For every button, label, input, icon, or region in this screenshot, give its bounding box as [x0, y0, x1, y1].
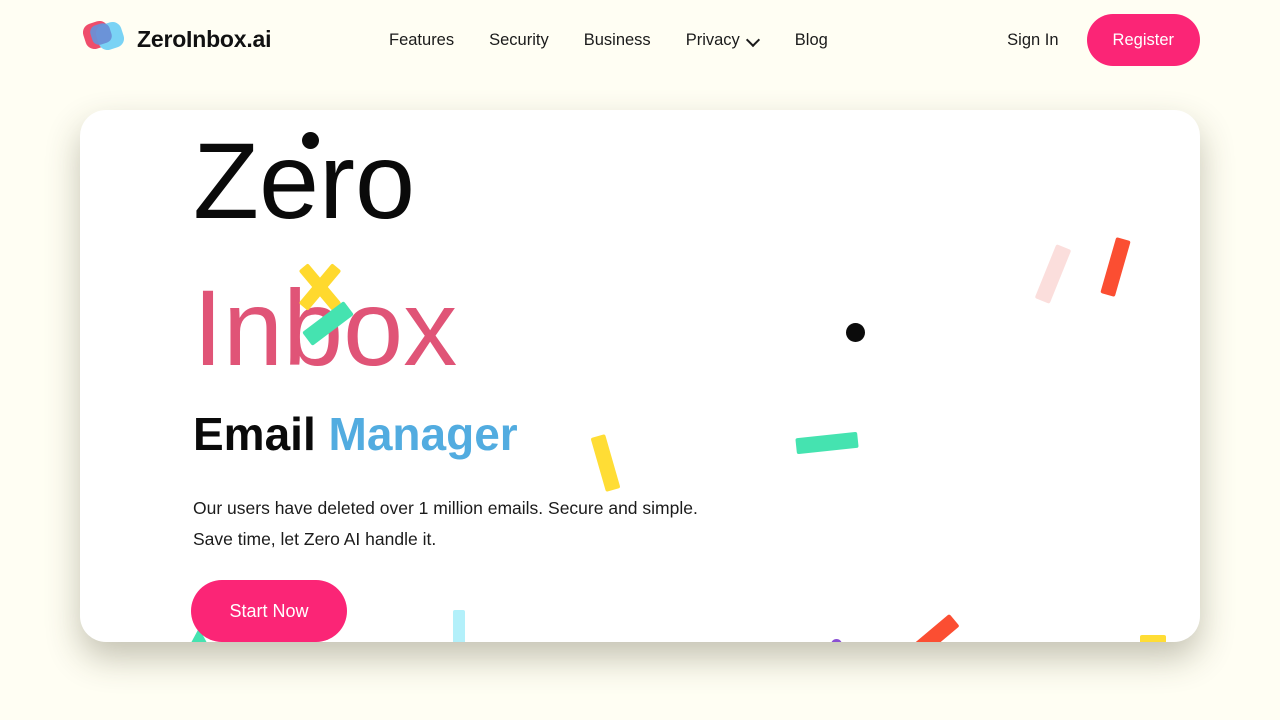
nav-item-security[interactable]: Security [489, 27, 549, 53]
nav-item-business[interactable]: Business [584, 27, 651, 53]
orange-bar-bottom-icon [906, 613, 960, 642]
brand-logo-link[interactable]: ZeroInbox.ai [80, 18, 272, 60]
black-dot-over-zero-icon [302, 132, 319, 149]
hero-subheadline-accent: Manager [328, 408, 518, 460]
nav-item-blog[interactable]: Blog [795, 27, 828, 53]
pale-pink-bar-icon [1034, 244, 1072, 304]
yellow-cross-confetti-icon [295, 263, 343, 311]
nav-label-business: Business [583, 31, 651, 49]
register-button[interactable]: Register [1086, 14, 1200, 66]
overlapping-squares-logo-icon [80, 18, 127, 60]
yellow-bar-bottom-right-icon [1140, 635, 1166, 642]
hero-card: Zero Inbox Email Manager Our users have … [80, 110, 1200, 642]
chevron-down-icon [747, 34, 760, 47]
green-bar-center-icon [795, 431, 859, 455]
cyan-bar-bottom-icon [453, 610, 465, 642]
hero-content: Zero Inbox Email Manager Our users have … [80, 110, 1200, 642]
hero-subheadline-prefix: Email [193, 408, 316, 460]
hero-subheadline: Email Manager [193, 407, 518, 462]
main-navigation: Features Security Business Privacy Blog [389, 27, 828, 53]
black-dot-center-icon [846, 323, 865, 342]
auth-actions: Sign In Register [1007, 14, 1200, 66]
site-header: ZeroInbox.ai Features Security Business … [0, 0, 1280, 80]
brand-name: ZeroInbox.ai [137, 25, 272, 52]
start-now-button[interactable]: Start Now [191, 580, 347, 642]
hero-paragraph: Our users have deleted over 1 million em… [193, 498, 698, 549]
purple-dot-bottom-icon [831, 639, 842, 642]
nav-label-features: Features [389, 31, 455, 49]
landing-page: ZeroInbox.ai Features Security Business … [0, 0, 1280, 720]
nav-label-security: Security [489, 31, 549, 49]
yellow-bar-center-icon [590, 434, 621, 492]
nav-item-features[interactable]: Features [389, 27, 454, 53]
nav-label-blog: Blog [794, 31, 828, 49]
nav-label-privacy: Privacy [685, 31, 740, 49]
orange-bar-top-right-icon [1100, 237, 1131, 297]
nav-item-privacy[interactable]: Privacy [686, 27, 760, 53]
sign-in-link[interactable]: Sign In [1007, 31, 1058, 50]
